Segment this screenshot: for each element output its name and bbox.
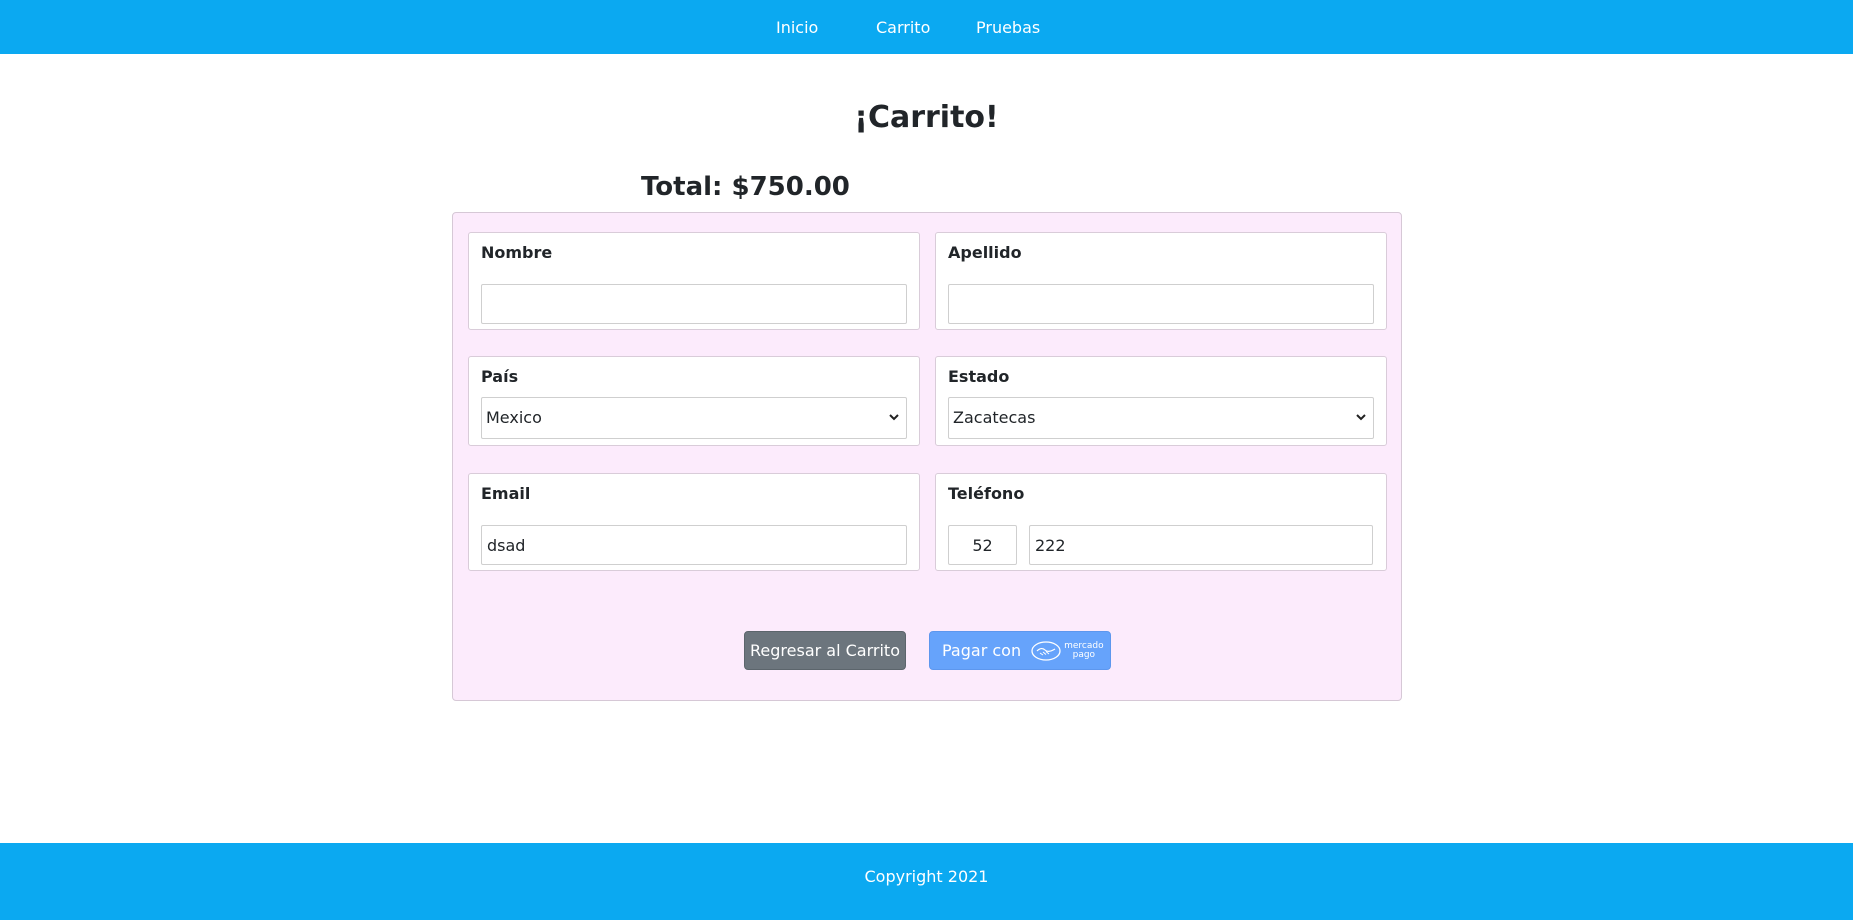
nav-link-carrito[interactable]: Carrito <box>876 18 930 37</box>
chevron-down-icon <box>889 414 899 421</box>
mercadopago-wordmark: mercado pago <box>1064 640 1104 660</box>
telefono-card: Teléfono <box>935 473 1387 571</box>
nombre-input[interactable] <box>481 284 907 324</box>
email-card: Email <box>468 473 920 571</box>
estado-label: Estado <box>948 367 1010 386</box>
footer: Copyright 2021 <box>0 843 1853 920</box>
handshake-icon <box>1031 640 1061 661</box>
phone-number-input[interactable] <box>1029 525 1373 565</box>
estado-select[interactable]: Zacatecas <box>948 397 1374 439</box>
telefono-label: Teléfono <box>948 484 1025 503</box>
estado-selected-value: Zacatecas <box>953 408 1036 427</box>
apellido-input[interactable] <box>948 284 1374 324</box>
copyright-text: Copyright 2021 <box>864 867 989 886</box>
chevron-down-icon <box>1356 414 1366 421</box>
checkout-form: Nombre Apellido País Mexico Estado Zacat… <box>452 212 1402 701</box>
pais-card: País Mexico <box>468 356 920 446</box>
pais-selected-value: Mexico <box>486 408 542 427</box>
apellido-label: Apellido <box>948 243 1022 262</box>
pay-with-mercadopago-button[interactable]: Pagar con mercado pago <box>929 631 1111 670</box>
top-navbar: Inicio Carrito Pruebas <box>0 0 1853 54</box>
email-field[interactable] <box>481 525 907 565</box>
back-to-cart-button[interactable]: Regresar al Carrito <box>744 631 906 670</box>
page-title: ¡Carrito! <box>854 100 999 135</box>
email-label: Email <box>481 484 531 503</box>
nav-link-pruebas[interactable]: Pruebas <box>976 18 1040 37</box>
nombre-label: Nombre <box>481 243 553 262</box>
pais-label: País <box>481 367 519 386</box>
pais-select[interactable]: Mexico <box>481 397 907 439</box>
pay-button-label: Pagar con <box>942 641 1022 660</box>
phone-country-code-input[interactable] <box>948 525 1017 565</box>
apellido-card: Apellido <box>935 232 1387 330</box>
nombre-card: Nombre <box>468 232 920 330</box>
back-to-cart-label: Regresar al Carrito <box>750 641 900 660</box>
nav-link-inicio[interactable]: Inicio <box>776 18 818 37</box>
mercadopago-logo: mercado pago <box>1031 640 1104 661</box>
estado-card: Estado Zacatecas <box>935 356 1387 446</box>
cart-total: Total: $750.00 <box>641 172 850 202</box>
